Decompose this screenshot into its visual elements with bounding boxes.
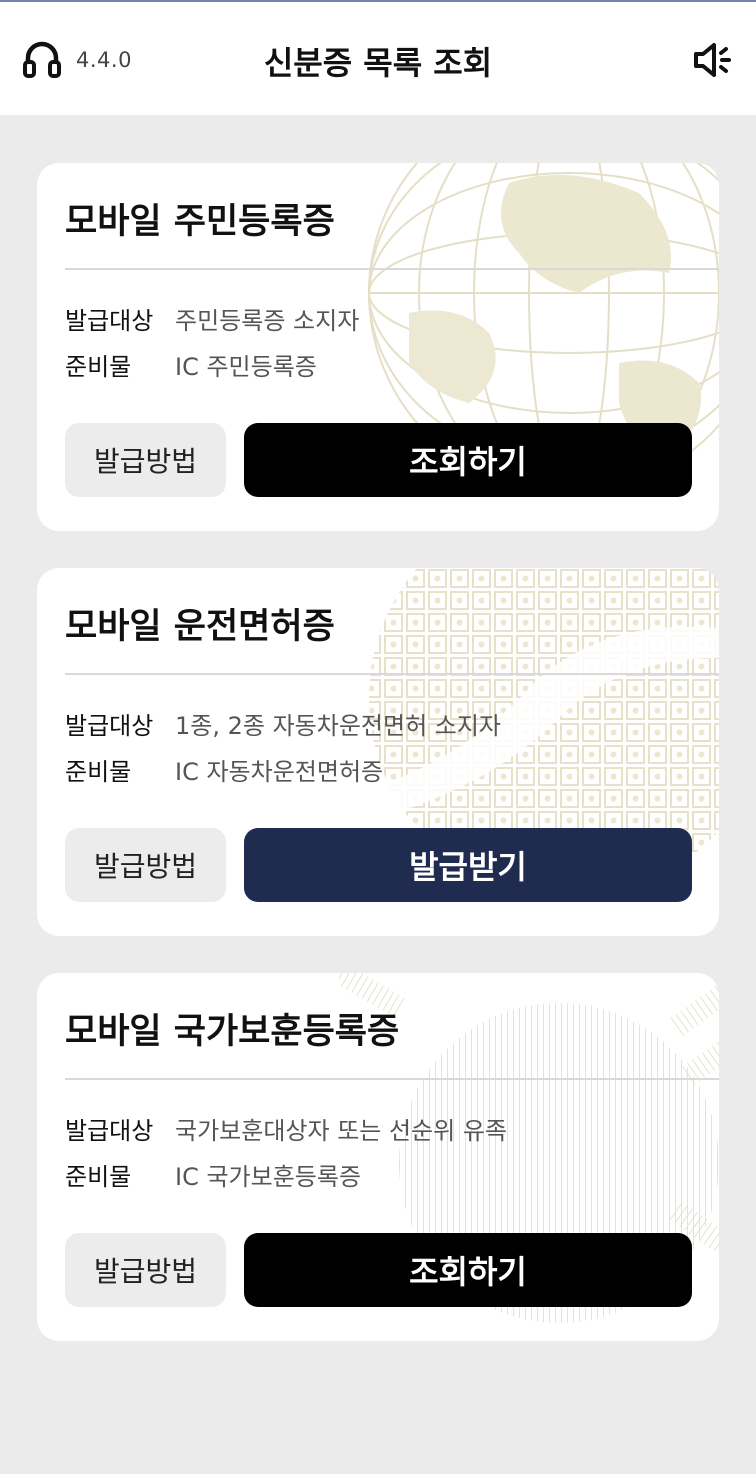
- materials-value: IC 주민등록증: [175, 353, 317, 381]
- divider: [65, 1078, 719, 1080]
- materials-row: 준비물 IC 자동차운전면허증: [65, 752, 383, 787]
- target-label: 발급대상: [65, 307, 154, 335]
- issue-method-button[interactable]: 발급방법: [65, 828, 226, 902]
- materials-label: 준비물: [65, 353, 132, 381]
- target-value: 주민등록증 소지자: [175, 307, 360, 335]
- target-row: 발급대상 국가보훈대상자 또는 선순위 유족: [65, 1111, 507, 1146]
- materials-row: 준비물 IC 주민등록증: [65, 347, 317, 382]
- target-row: 발급대상 주민등록증 소지자: [65, 301, 359, 336]
- card-drivers-license: 모바일 운전면허증 발급대상 1종, 2종 자동차운전면허 소지자 준비물 IC 자…: [37, 568, 719, 936]
- lookup-button[interactable]: 조회하기: [244, 423, 692, 497]
- divider: [65, 673, 719, 675]
- divider: [65, 268, 719, 270]
- card-veterans-id: 모바일 국가보훈등록증 발급대상 국가보훈대상자 또는 선순위 유족 준비물 IC …: [37, 973, 719, 1341]
- materials-label: 준비물: [65, 1163, 132, 1191]
- issue-method-button[interactable]: 발급방법: [65, 423, 226, 497]
- target-value: 국가보훈대상자 또는 선순위 유족: [175, 1117, 508, 1145]
- issue-button[interactable]: 발급받기: [244, 828, 692, 902]
- app-header: 4.4.0 신분증 목록 조회: [0, 2, 756, 115]
- page-title: 신분증 목록 조회: [263, 44, 493, 82]
- materials-value: IC 자동차운전면허증: [175, 758, 384, 786]
- card-resident-id: 모바일 주민등록증 발급대상 주민등록증 소지자 준비물 IC 주민등록증 발급방법…: [37, 163, 719, 531]
- card-title: 모바일 운전면허증: [65, 607, 335, 647]
- lookup-button[interactable]: 조회하기: [244, 1233, 692, 1307]
- target-label: 발급대상: [65, 712, 154, 740]
- card-title: 모바일 국가보훈등록증: [65, 1012, 400, 1052]
- card-title: 모바일 주민등록증: [65, 202, 335, 242]
- materials-row: 준비물 IC 국가보훈등록증: [65, 1157, 361, 1192]
- materials-label: 준비물: [65, 758, 132, 786]
- speaker-icon[interactable]: [692, 40, 734, 80]
- issue-method-button[interactable]: 발급방법: [65, 1233, 226, 1307]
- target-value: 1종, 2종 자동차운전면허 소지자: [175, 712, 502, 740]
- target-label: 발급대상: [65, 1117, 154, 1145]
- target-row: 발급대상 1종, 2종 자동차운전면허 소지자: [65, 706, 501, 741]
- materials-value: IC 국가보훈등록증: [175, 1163, 362, 1191]
